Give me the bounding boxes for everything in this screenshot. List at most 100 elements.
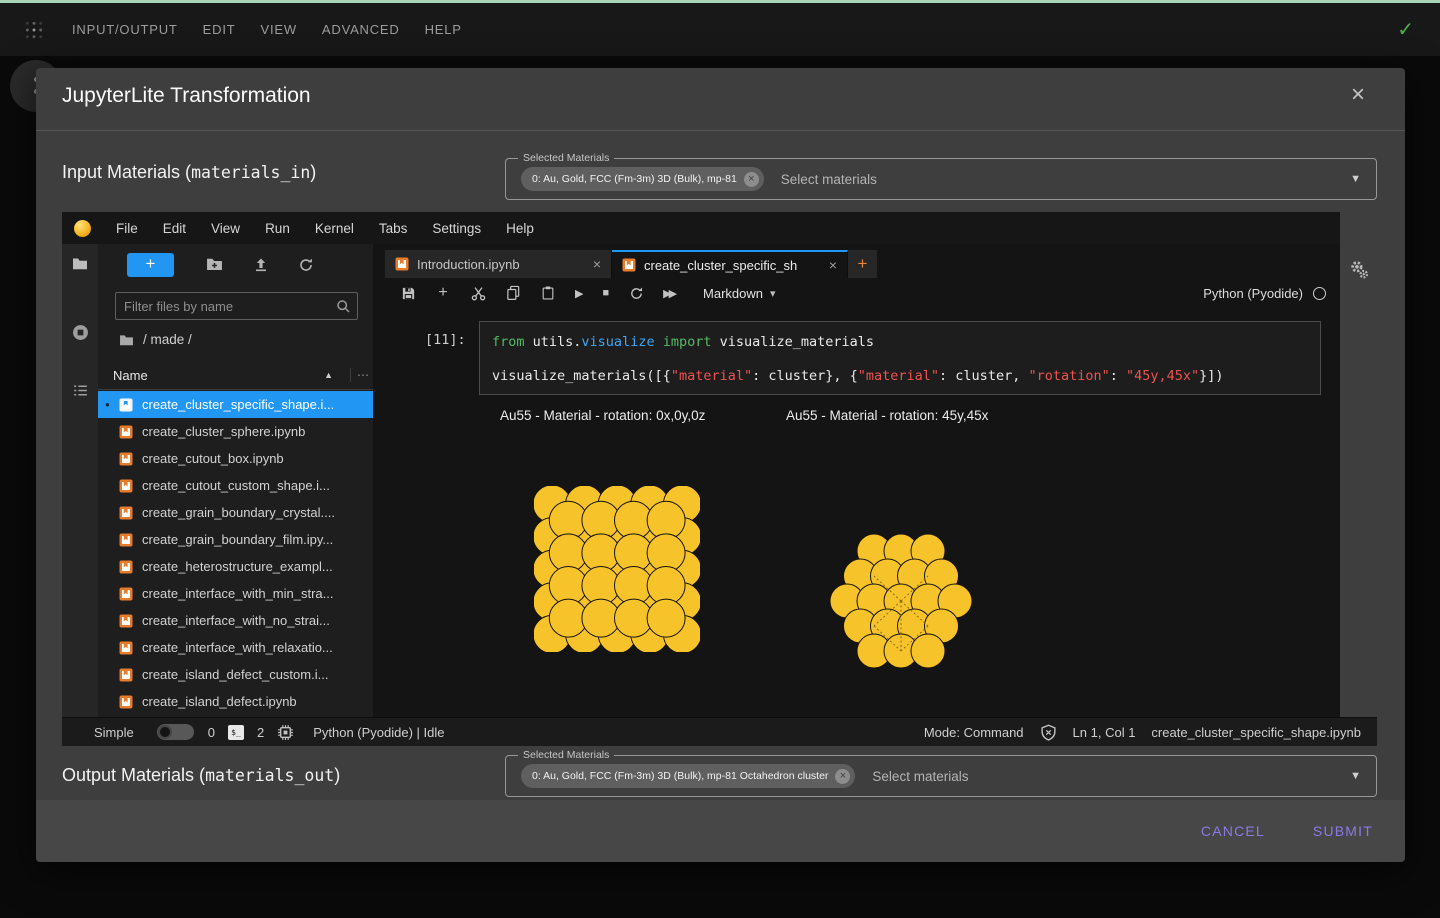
file-name: create_interface_with_min_stra...: [142, 586, 333, 601]
output-material-chip[interactable]: 0: Au, Gold, FCC (Fm-3m) 3D (Bulk), mp-8…: [521, 764, 855, 788]
app-logo-icon[interactable]: [24, 20, 44, 40]
breadcrumb[interactable]: / made /: [119, 332, 192, 347]
file-list-item[interactable]: ●create_cluster_specific_shape.i...: [98, 391, 373, 418]
insert-cell-icon[interactable]: +: [435, 285, 451, 301]
file-list-header[interactable]: Name ▲ ⋯: [98, 361, 373, 390]
kernel-name[interactable]: Python (Pyodide): [1203, 286, 1303, 301]
kernel-status-icon[interactable]: [1313, 287, 1326, 300]
new-launcher-button[interactable]: +: [127, 253, 174, 277]
sort-arrow-icon[interactable]: ▲: [324, 370, 333, 380]
check-icon[interactable]: ✓: [1397, 17, 1414, 42]
jmenu-run[interactable]: Run: [265, 221, 290, 236]
more-icon[interactable]: ⋯: [350, 368, 369, 382]
notebook-icon: [119, 695, 133, 709]
jupyter-menu-bar: File Edit View Run Kernel Tabs Settings …: [62, 212, 1340, 244]
simple-mode-toggle[interactable]: [157, 724, 194, 740]
file-list-item[interactable]: create_interface_with_no_strai...: [98, 607, 373, 634]
jmenu-tabs[interactable]: Tabs: [379, 221, 408, 236]
output-selected-materials-field[interactable]: Selected Materials 0: Au, Gold, FCC (Fm-…: [505, 755, 1377, 797]
search-icon: [336, 299, 351, 319]
restart-kernel-icon[interactable]: [628, 285, 644, 301]
table-of-contents-icon[interactable]: [72, 382, 89, 404]
file-filter-input[interactable]: [116, 293, 326, 319]
jmenu-settings[interactable]: Settings: [432, 221, 481, 236]
file-list-item[interactable]: create_island_defect_custom.i...: [98, 661, 373, 688]
file-list-item[interactable]: create_grain_boundary_crystal....: [98, 499, 373, 526]
file-list: ●create_cluster_specific_shape.i...creat…: [98, 391, 373, 715]
fast-forward-icon[interactable]: ▶▶: [663, 287, 674, 300]
tab-introduction[interactable]: Introduction.ipynb ×: [385, 250, 612, 278]
jupyter-status-bar: Simple 0 $_ 2 Python (Pyodide) | Idle Mo…: [62, 717, 1377, 746]
jmenu-file[interactable]: File: [116, 221, 138, 236]
input-material-chip[interactable]: 0: Au, Gold, FCC (Fm-3m) 3D (Bulk), mp-8…: [521, 167, 764, 191]
kernels-count[interactable]: 2: [257, 725, 264, 740]
file-list-item[interactable]: create_heterostructure_exampl...: [98, 553, 373, 580]
output-materials-placeholder[interactable]: Select materials: [872, 769, 968, 784]
cut-icon[interactable]: [470, 285, 486, 301]
submit-button[interactable]: SUBMIT: [1313, 823, 1373, 839]
code-cell[interactable]: from utils.visualize import visualize_ma…: [479, 321, 1321, 395]
file-browser-icon[interactable]: [72, 257, 88, 275]
chip-label: 0: Au, Gold, FCC (Fm-3m) 3D (Bulk), mp-8…: [532, 770, 828, 782]
file-name: create_interface_with_relaxatio...: [142, 640, 333, 655]
file-list-item[interactable]: create_island_defect.ipynb: [98, 688, 373, 715]
input-selected-materials-field[interactable]: Selected Materials 0: Au, Gold, FCC (Fm-…: [505, 158, 1377, 200]
dialog-close-icon[interactable]: ×: [1351, 81, 1365, 109]
jupyter-sidebar-strip: [62, 244, 98, 717]
tab-close-icon[interactable]: ×: [593, 256, 601, 272]
menu-input-output[interactable]: INPUT/OUTPUT: [72, 22, 178, 37]
chevron-down-icon: ▾: [770, 287, 776, 300]
jmenu-edit[interactable]: Edit: [163, 221, 186, 236]
stop-icon[interactable]: ■: [602, 287, 609, 299]
running-kernels-icon[interactable]: [72, 324, 89, 346]
tab-close-icon[interactable]: ×: [829, 257, 837, 273]
cell-type-dropdown[interactable]: Markdown ▾: [703, 286, 776, 301]
file-list-item[interactable]: create_interface_with_min_stra...: [98, 580, 373, 607]
menu-edit[interactable]: EDIT: [203, 22, 236, 37]
trust-shield-icon[interactable]: [1040, 724, 1057, 741]
file-list-item[interactable]: create_interface_with_relaxatio...: [98, 634, 373, 661]
jupyterlite-transformation-dialog: JupyterLite Transformation × Input Mater…: [36, 68, 1405, 862]
menu-advanced[interactable]: ADVANCED: [322, 22, 400, 37]
notebook-icon: [119, 641, 133, 655]
tab-create-cluster[interactable]: create_cluster_specific_sh ×: [612, 250, 848, 278]
cancel-button[interactable]: CANCEL: [1201, 823, 1265, 839]
mode-indicator[interactable]: Mode: Command: [924, 725, 1024, 740]
kernel-chip-icon[interactable]: [277, 724, 294, 741]
new-folder-icon[interactable]: [206, 257, 223, 276]
dialog-title: JupyterLite Transformation: [62, 84, 311, 108]
notebook-content[interactable]: [11]: from utils.visualize import visual…: [373, 308, 1340, 717]
jmenu-help[interactable]: Help: [506, 221, 534, 236]
file-list-item[interactable]: create_cluster_sphere.ipynb: [98, 418, 373, 445]
top-menu-bar: INPUT/OUTPUT EDIT VIEW ADVANCED HELP ✓: [0, 0, 1440, 56]
input-materials-placeholder[interactable]: Select materials: [781, 172, 877, 187]
menu-help[interactable]: HELP: [425, 22, 462, 37]
chip-close-icon[interactable]: ×: [744, 172, 759, 187]
menu-view[interactable]: VIEW: [260, 22, 296, 37]
cursor-position[interactable]: Ln 1, Col 1: [1073, 725, 1136, 740]
terminal-icon[interactable]: $_: [228, 725, 244, 740]
output-dropdown-arrow-icon[interactable]: ▼: [1350, 770, 1361, 782]
file-list-item[interactable]: create_cutout_custom_shape.i...: [98, 472, 373, 499]
file-list-item[interactable]: create_cutout_box.ipynb: [98, 445, 373, 472]
input-materials-legend: Selected Materials: [518, 152, 614, 164]
paste-icon[interactable]: [540, 285, 556, 301]
file-name: create_island_defect_custom.i...: [142, 667, 328, 682]
kernel-status-text[interactable]: Python (Pyodide) | Idle: [313, 725, 444, 740]
terminals-count[interactable]: 0: [208, 725, 215, 740]
chip-close-icon[interactable]: ×: [835, 769, 850, 784]
new-tab-button[interactable]: +: [848, 250, 877, 278]
copy-icon[interactable]: [505, 285, 521, 301]
file-list-item[interactable]: create_grain_boundary_film.ipy...: [98, 526, 373, 553]
jmenu-view[interactable]: View: [211, 221, 240, 236]
name-column-header[interactable]: Name: [113, 368, 148, 383]
input-dropdown-arrow-icon[interactable]: ▼: [1350, 173, 1361, 185]
cluster-visualization-right: [827, 534, 975, 668]
jmenu-kernel[interactable]: Kernel: [315, 221, 354, 236]
refresh-icon[interactable]: [298, 257, 314, 278]
save-icon[interactable]: [400, 285, 416, 301]
upload-icon[interactable]: [253, 257, 269, 278]
topbar-menus: INPUT/OUTPUT EDIT VIEW ADVANCED HELP: [72, 22, 462, 37]
settings-gears-icon[interactable]: [1349, 260, 1369, 285]
run-icon[interactable]: ▶: [575, 287, 583, 300]
